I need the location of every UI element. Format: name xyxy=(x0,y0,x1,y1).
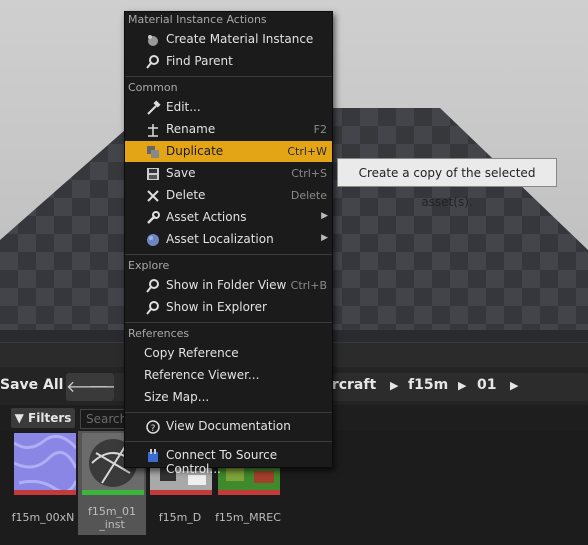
menu-section-material: Material Instance Actions xyxy=(128,13,267,26)
svg-text:?: ? xyxy=(151,424,156,434)
menu-item-view-documentation[interactable]: ? View Documentation xyxy=(125,416,332,437)
history-nav: 🡐🡒 xyxy=(66,373,131,401)
filters-label: Filters xyxy=(28,411,72,425)
menu-divider xyxy=(125,412,332,413)
menu-item-reference-viewer[interactable]: Reference Viewer... xyxy=(125,365,332,386)
menu-item-label: Show in Explorer xyxy=(166,300,267,314)
asset-label: f15m_MREC xyxy=(215,511,281,524)
menu-item-find-parent[interactable]: Find Parent xyxy=(125,51,332,72)
shortcut-label: Delete xyxy=(290,189,327,202)
menu-item-rename[interactable]: Rename F2 xyxy=(125,119,332,140)
menu-item-copy-reference[interactable]: Copy Reference xyxy=(125,343,332,364)
menu-item-label: Delete xyxy=(166,188,206,202)
menu-item-asset-localization[interactable]: Asset Localization ▶ xyxy=(125,229,332,250)
menu-divider xyxy=(125,322,332,323)
menu-section-common: Common xyxy=(128,81,178,94)
magnifier-icon xyxy=(146,55,159,69)
material-instance-icon xyxy=(148,35,158,46)
asset-thumbnail-normal[interactable] xyxy=(14,433,76,495)
menu-item-label: Create Material Instance xyxy=(166,32,314,46)
menu-item-label: Duplicate xyxy=(166,144,224,158)
filters-button[interactable]: ▼ Filters ▾ xyxy=(11,408,75,445)
menu-item-label: Copy Reference xyxy=(144,346,239,360)
menu-item-save[interactable]: Save Ctrl+S xyxy=(125,163,332,184)
chevron-right-icon[interactable]: ▶ xyxy=(458,379,466,392)
menu-item-label: Rename xyxy=(166,122,216,136)
delete-x-icon xyxy=(147,190,159,202)
menu-item-create-material-instance[interactable]: Create Material Instance xyxy=(125,29,332,50)
menu-item-label: View Documentation xyxy=(166,419,291,433)
magnifier-icon xyxy=(146,301,159,315)
menu-item-size-map[interactable]: Size Map... xyxy=(125,387,332,408)
menu-item-label: Asset Localization xyxy=(166,232,274,246)
shortcut-label: Ctrl+B xyxy=(290,279,327,292)
menu-item-asset-actions[interactable]: Asset Actions ▶ xyxy=(125,207,332,228)
duplicate-icon xyxy=(147,146,159,158)
chevron-right-icon[interactable]: ▶ xyxy=(510,379,518,392)
menu-item-label: Save xyxy=(166,166,196,180)
save-icon xyxy=(147,168,159,180)
menu-divider xyxy=(125,441,332,442)
rename-icon xyxy=(148,124,158,137)
tooltip: Create a copy of the selected asset(s). xyxy=(337,158,557,209)
context-menu: Material Instance Actions Create Materia… xyxy=(124,11,333,476)
menu-item-label: Connect To Source Control... xyxy=(166,448,278,476)
menu-item-duplicate[interactable]: Duplicate Ctrl+W xyxy=(125,141,332,162)
breadcrumb-item[interactable]: 01 xyxy=(477,377,496,393)
shortcut-label: F2 xyxy=(313,123,327,136)
menu-item-show-in-explorer[interactable]: Show in Explorer xyxy=(125,297,332,318)
forward-arrow-icon[interactable]: 🡒 xyxy=(88,373,131,401)
submenu-arrow-icon: ▶ xyxy=(321,211,328,221)
menu-item-delete[interactable]: Delete Delete xyxy=(125,185,332,206)
back-arrow-icon[interactable]: 🡐 xyxy=(66,373,109,401)
menu-item-label: Size Map... xyxy=(144,390,210,404)
wrench-icon xyxy=(147,211,160,224)
help-icon: ? xyxy=(146,420,160,434)
menu-section-explore: Explore xyxy=(128,259,170,272)
shortcut-label: Ctrl+S xyxy=(291,167,327,180)
menu-item-label: Reference Viewer... xyxy=(144,368,260,382)
magnifier-icon xyxy=(146,279,159,293)
shortcut-label: Ctrl+W xyxy=(287,145,327,158)
menu-item-label: Asset Actions xyxy=(166,210,247,224)
source-control-icon xyxy=(148,449,158,462)
globe-icon xyxy=(147,234,159,246)
submenu-arrow-icon: ▶ xyxy=(321,233,328,243)
breadcrumb-item[interactable]: ircraft xyxy=(327,377,376,393)
menu-item-label: Show in Folder View xyxy=(166,278,287,292)
menu-divider xyxy=(125,254,332,255)
menu-item-label: Find Parent xyxy=(166,54,233,68)
menu-item-connect-source-control[interactable]: Connect To Source Control... xyxy=(125,445,332,476)
save-all-button[interactable]: Save All xyxy=(0,377,63,393)
menu-item-show-in-folder-view[interactable]: Show in Folder View Ctrl+B xyxy=(125,275,332,296)
filter-icon: ▼ xyxy=(14,411,24,425)
hammer-icon xyxy=(147,100,161,115)
menu-item-label: Edit... xyxy=(166,100,201,114)
menu-divider xyxy=(125,76,332,77)
chevron-right-icon[interactable]: ▶ xyxy=(390,379,398,392)
breadcrumb-item[interactable]: f15m xyxy=(408,377,448,393)
asset-label-text: f15m_01_inst xyxy=(87,505,137,531)
menu-item-edit[interactable]: Edit... xyxy=(125,97,332,118)
menu-section-references: References xyxy=(128,327,190,340)
